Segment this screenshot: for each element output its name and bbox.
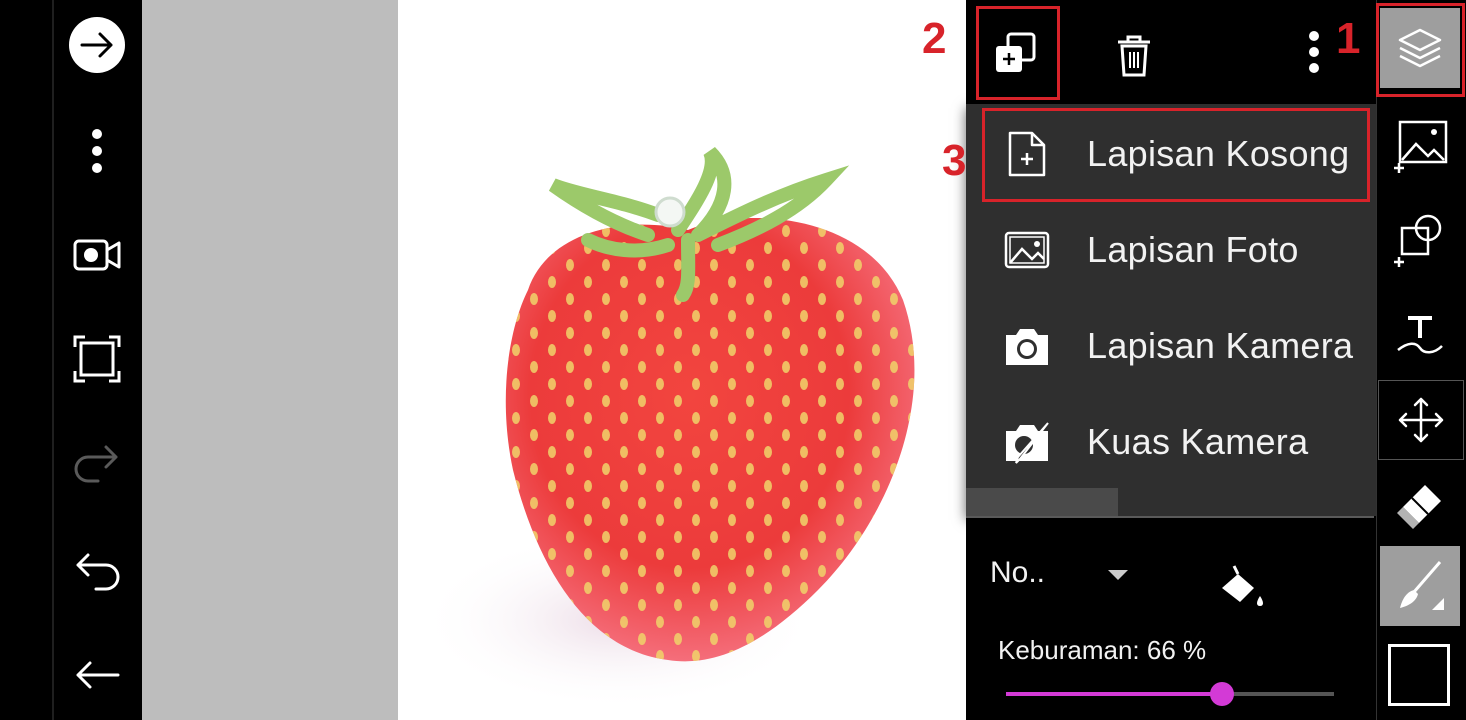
trash-icon[interactable]	[1114, 34, 1154, 78]
menu-item-label: Lapisan Foto	[1087, 229, 1299, 270]
blend-mode-value[interactable]: No..	[990, 556, 1045, 590]
forward-arrow-icon[interactable]	[66, 14, 128, 76]
menu-item-photo-layer[interactable]: Lapisan Foto	[966, 202, 1382, 298]
highlight-box-3	[982, 108, 1370, 202]
opacity-label: Keburaman: 66 %	[998, 635, 1207, 665]
menu-item-label: Kuas Kamera	[1087, 421, 1309, 462]
menu-item-camera-layer[interactable]: Lapisan Kamera	[966, 298, 1382, 394]
highlight-box-1	[1376, 3, 1465, 97]
highlight-box-2	[976, 6, 1060, 100]
opacity-slider-fill	[1006, 692, 1223, 696]
step-number-3: 3	[942, 136, 967, 185]
text-icon[interactable]	[1380, 292, 1460, 372]
step-number-1: 1	[1336, 14, 1361, 63]
back-arrow-icon[interactable]	[66, 644, 128, 706]
brush-icon[interactable]	[1380, 546, 1460, 626]
photo-layer-icon	[1004, 231, 1050, 269]
canvas-background[interactable]	[142, 0, 398, 720]
add-image-icon[interactable]	[1380, 104, 1460, 184]
more-vertical-icon[interactable]	[1302, 28, 1326, 76]
step-number-2: 2	[922, 14, 947, 63]
crop-frame-icon[interactable]	[66, 328, 128, 390]
menu-item-camera-brush[interactable]: Kuas Kamera	[966, 394, 1382, 490]
canvas-photo-strawberry[interactable]	[398, 0, 966, 720]
paint-bucket-icon[interactable]	[1216, 560, 1268, 612]
eraser-icon[interactable]	[1380, 464, 1460, 544]
left-toolbar-divider	[52, 0, 54, 720]
camera-brush-icon	[1006, 422, 1049, 464]
redo-icon[interactable]	[66, 432, 128, 494]
camera-layer-icon	[1006, 329, 1048, 365]
add-shape-icon[interactable]	[1380, 198, 1460, 278]
menu-scrollbar[interactable]	[966, 488, 1118, 516]
move-icon[interactable]	[1378, 380, 1464, 460]
video-camera-icon[interactable]	[66, 224, 128, 286]
undo-icon[interactable]	[66, 540, 128, 602]
more-vertical-icon[interactable]	[66, 120, 128, 182]
color-swatch[interactable]	[1388, 644, 1450, 706]
menu-item-label: Lapisan Kamera	[1087, 325, 1354, 366]
panel-divider	[966, 516, 1374, 518]
chevron-down-icon[interactable]	[1106, 568, 1130, 582]
